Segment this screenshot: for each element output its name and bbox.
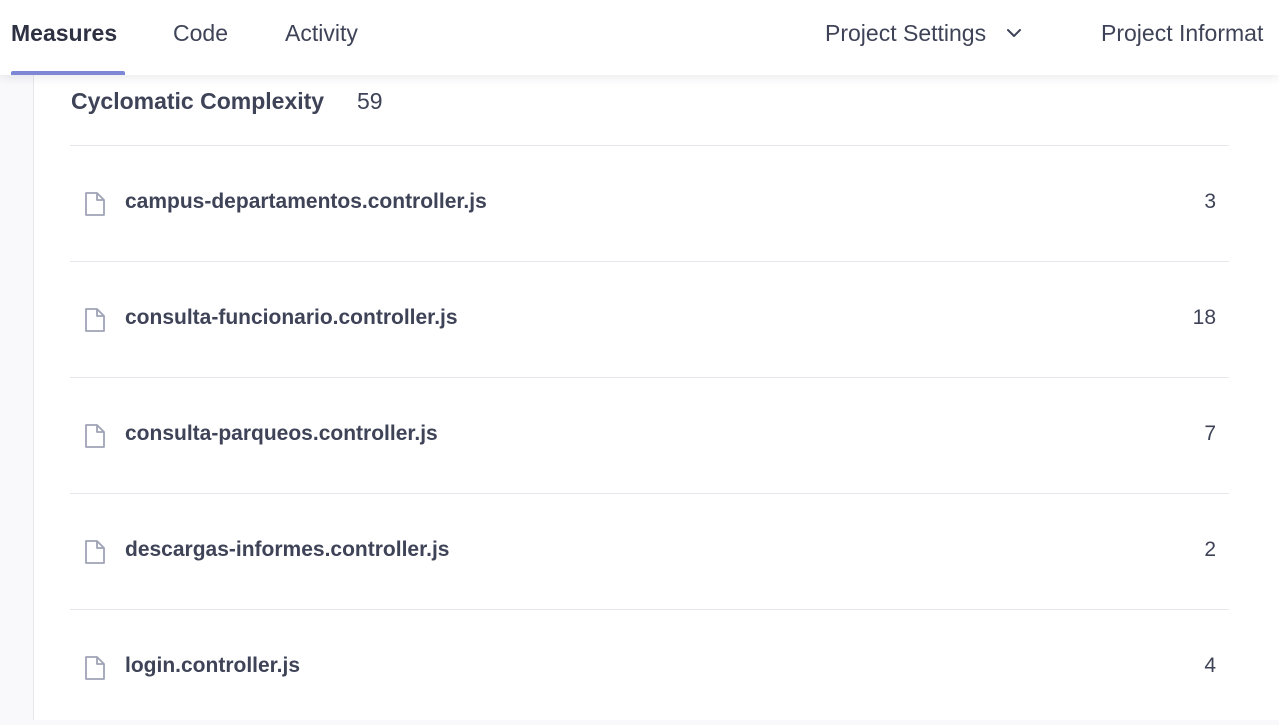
tab-activity[interactable]: Activity — [285, 0, 358, 75]
measure-total-value: 59 — [357, 88, 383, 114]
file-name-link[interactable]: consulta-funcionario.controller.js — [125, 306, 458, 330]
measure-title: Cyclomatic Complexity — [71, 88, 325, 114]
top-navigation: Measures Code Activity Project Settings … — [0, 0, 1279, 75]
file-measure-value: 18 — [1192, 306, 1216, 329]
tab-code[interactable]: Code — [173, 0, 228, 75]
file-icon — [85, 656, 105, 680]
project-settings-menu[interactable]: Project Settings — [825, 0, 1022, 75]
file-icon — [85, 540, 105, 564]
file-row[interactable]: consulta-funcionario.controller.js 18 — [70, 261, 1229, 377]
file-name-link[interactable]: consulta-parqueos.controller.js — [125, 422, 438, 446]
tab-measures[interactable]: Measures — [11, 0, 125, 75]
file-icon — [85, 308, 105, 332]
file-row[interactable]: campus-departamentos.controller.js 3 — [70, 145, 1229, 261]
file-measure-value: 4 — [1204, 654, 1216, 677]
file-row[interactable]: descargas-informes.controller.js 2 — [70, 493, 1229, 609]
project-settings-label: Project Settings — [825, 20, 987, 46]
file-name-link[interactable]: login.controller.js — [125, 654, 300, 678]
file-icon — [85, 424, 105, 448]
chevron-down-icon — [1007, 28, 1022, 37]
file-row[interactable]: login.controller.js 4 — [70, 609, 1229, 725]
file-icon — [85, 192, 105, 216]
file-list: campus-departamentos.controller.js 3 con… — [70, 145, 1229, 725]
file-name-link[interactable]: descargas-informes.controller.js — [125, 538, 449, 562]
file-measure-value: 7 — [1204, 422, 1216, 445]
file-name-link[interactable]: campus-departamentos.controller.js — [125, 190, 487, 214]
file-row[interactable]: consulta-parqueos.controller.js 7 — [70, 377, 1229, 493]
file-measure-value: 3 — [1204, 190, 1216, 213]
file-measure-value: 2 — [1204, 538, 1216, 561]
project-information-tab[interactable]: Project Informat — [1101, 0, 1263, 75]
